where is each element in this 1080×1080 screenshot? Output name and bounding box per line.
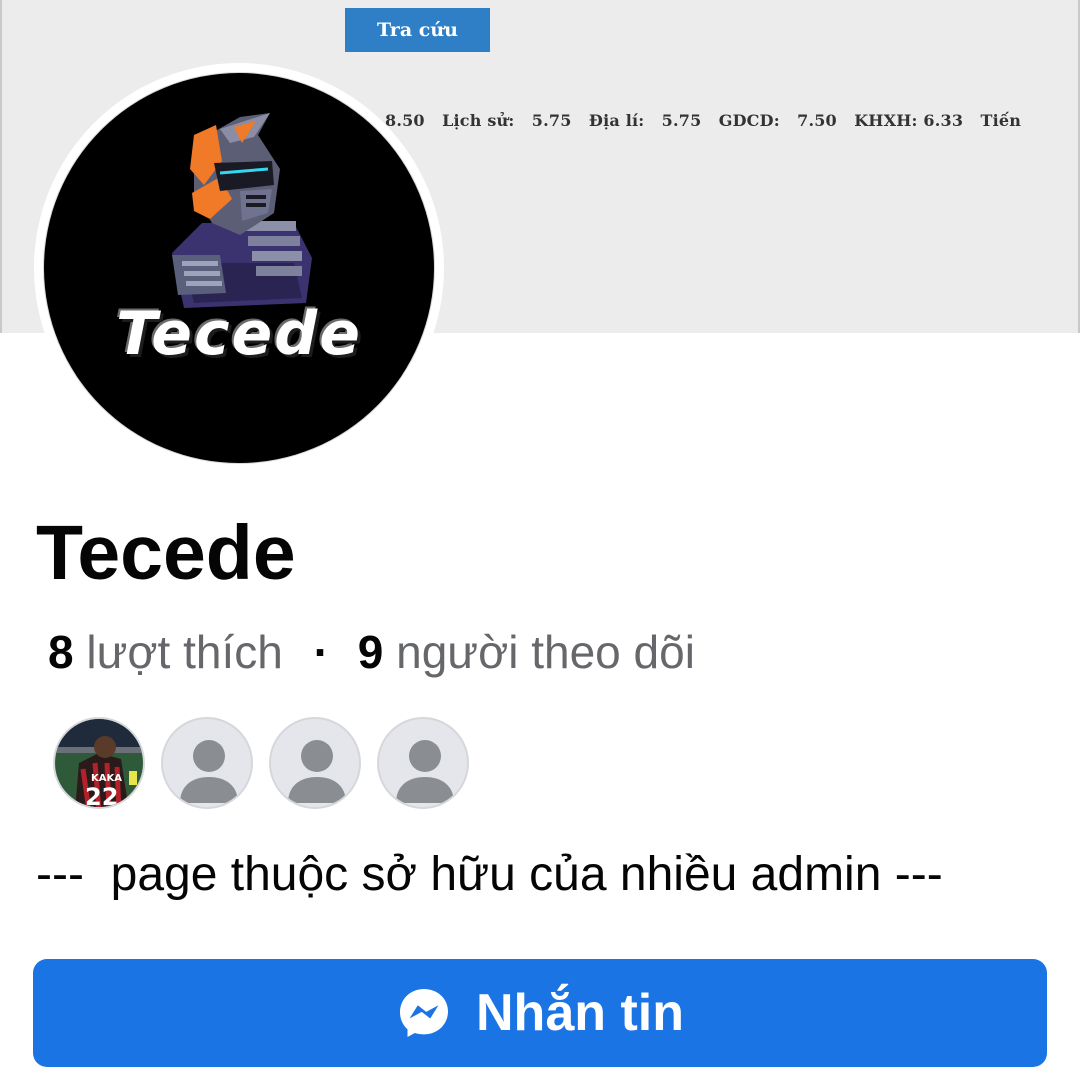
message-button-label: Nhắn tin bbox=[476, 984, 684, 1042]
messenger-icon bbox=[396, 985, 452, 1041]
friend-avatar-default[interactable] bbox=[377, 717, 469, 809]
followers-count: 9 bbox=[357, 626, 384, 678]
page-description: --- page thuộc sở hữu của nhiều admin --… bbox=[36, 848, 943, 901]
likes-count: 8 bbox=[48, 626, 74, 678]
scores-text: 8.50 Lịch sử: 5.75 Địa lí: 5.75 GDCD: 7.… bbox=[385, 111, 1022, 130]
samurai-mascot-logo bbox=[172, 113, 312, 308]
message-button[interactable]: Nhắn tin bbox=[33, 959, 1047, 1067]
default-person-icon bbox=[180, 740, 238, 803]
friend-avatar-default[interactable] bbox=[269, 717, 361, 809]
svg-text:22: 22 bbox=[85, 783, 118, 809]
football-player-photo: KAKA 22 bbox=[55, 719, 143, 809]
lookup-button: Tra cứu bbox=[345, 8, 490, 52]
likes-label: lượt thích bbox=[86, 626, 283, 678]
logo-text: Tecede bbox=[116, 299, 362, 369]
default-person-icon bbox=[288, 740, 346, 803]
friend-avatar-default[interactable] bbox=[161, 717, 253, 809]
friend-avatar-photo[interactable]: KAKA 22 bbox=[53, 717, 145, 809]
profile-avatar[interactable]: Tecede bbox=[44, 73, 434, 463]
default-person-icon bbox=[396, 740, 454, 803]
stats-separator: · bbox=[313, 626, 329, 678]
page-title: Tecede bbox=[36, 510, 296, 596]
page-stats[interactable]: 8 lượt thích · 9 người theo dõi bbox=[48, 622, 695, 682]
followers-label: người theo dõi bbox=[396, 626, 695, 678]
facebook-page-profile: Tra cứu 8.50 Lịch sử: 5.75 Địa lí: 5.75 … bbox=[0, 0, 1080, 1080]
